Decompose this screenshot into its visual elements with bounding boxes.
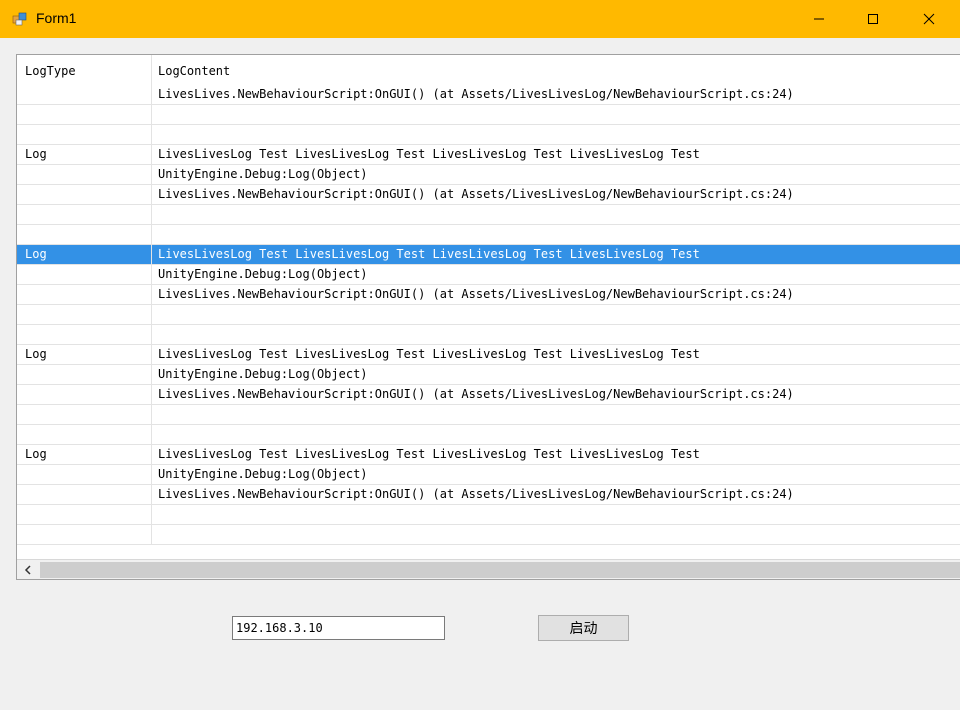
cell-logtype[interactable]: [17, 165, 152, 185]
cell-logtype[interactable]: [17, 365, 152, 385]
cell-logtype[interactable]: [17, 425, 152, 445]
cell-logtype[interactable]: [17, 525, 152, 545]
table-row[interactable]: LivesLives.NewBehaviourScript:OnGUI() (a…: [17, 385, 960, 405]
table-row[interactable]: Log LivesLivesLog Test LivesLivesLog Test…: [17, 145, 960, 165]
cell-logcontent[interactable]: LivesLives.NewBehaviourScript:OnGUI() (a…: [152, 285, 960, 305]
table-row[interactable]: Log LivesLivesLog Test LivesLivesLog Test…: [17, 245, 960, 265]
cell-logcontent[interactable]: [152, 225, 960, 245]
cell-logtype[interactable]: [17, 185, 152, 205]
cell-logtype[interactable]: [17, 505, 152, 525]
table-row[interactable]: [17, 125, 960, 145]
ip-address-input[interactable]: 192.168.3.10: [232, 616, 445, 640]
app-icon: [12, 12, 27, 26]
table-row[interactable]: [17, 305, 960, 325]
cell-logcontent[interactable]: [152, 205, 960, 225]
cell-logtype[interactable]: [17, 485, 152, 505]
table-row[interactable]: [17, 405, 960, 425]
table-row[interactable]: LivesLives.NewBehaviourScript:OnGUI() (a…: [17, 485, 960, 505]
cell-logtype[interactable]: [17, 405, 152, 425]
table-row[interactable]: UnityEngine.Debug:Log(Object): [17, 265, 960, 285]
table-row[interactable]: UnityEngine.Debug:Log(Object): [17, 465, 960, 485]
minimize-icon: [814, 18, 824, 20]
cell-logcontent[interactable]: [152, 425, 960, 445]
cell-logcontent[interactable]: LivesLivesLog Test LivesLivesLog Test Li…: [152, 145, 960, 165]
cell-logtype[interactable]: [17, 465, 152, 485]
minimize-button[interactable]: [796, 0, 842, 38]
cell-logcontent[interactable]: [152, 105, 960, 125]
cell-logcontent[interactable]: UnityEngine.Debug:Log(Object): [152, 365, 960, 385]
close-button[interactable]: [906, 0, 952, 38]
cell-logcontent[interactable]: [152, 505, 960, 525]
cell-logcontent[interactable]: UnityEngine.Debug:Log(Object): [152, 165, 960, 185]
cell-logtype[interactable]: [17, 85, 152, 105]
cell-logcontent[interactable]: LivesLives.NewBehaviourScript:OnGUI() (a…: [152, 185, 960, 205]
table-row[interactable]: LivesLives.NewBehaviourScript:OnGUI() (a…: [17, 85, 960, 105]
table-row[interactable]: Log LivesLivesLog Test LivesLivesLog Test…: [17, 345, 960, 365]
cell-logtype[interactable]: [17, 285, 152, 305]
cell-logtype[interactable]: [17, 265, 152, 285]
scroll-left-button[interactable]: [17, 560, 39, 579]
cell-logcontent[interactable]: UnityEngine.Debug:Log(Object): [152, 465, 960, 485]
cell-logcontent[interactable]: [152, 525, 960, 545]
scroll-left-icon: [24, 565, 31, 575]
cell-logtype[interactable]: [17, 325, 152, 345]
table-row[interactable]: [17, 525, 960, 545]
table-row[interactable]: [17, 105, 960, 125]
cell-logtype[interactable]: Log: [17, 445, 152, 465]
table-row[interactable]: [17, 325, 960, 345]
cell-logtype[interactable]: [17, 305, 152, 325]
maximize-icon: [868, 14, 878, 24]
table-row[interactable]: [17, 205, 960, 225]
cell-logcontent[interactable]: [152, 305, 960, 325]
table-row[interactable]: [17, 505, 960, 525]
title-bar[interactable]: Form1: [0, 0, 960, 38]
table-row[interactable]: [17, 425, 960, 445]
column-header-logtype[interactable]: LogType: [17, 55, 152, 88]
cell-logcontent[interactable]: [152, 125, 960, 145]
log-grid[interactable]: LogType LogContent LivesLives.NewBehavio…: [16, 54, 960, 580]
window-title: Form1: [36, 10, 77, 26]
cell-logcontent[interactable]: LivesLives.NewBehaviourScript:OnGUI() (a…: [152, 85, 960, 105]
table-row[interactable]: Log LivesLivesLog Test LivesLivesLog Test…: [17, 445, 960, 465]
cell-logtype[interactable]: [17, 385, 152, 405]
cell-logcontent[interactable]: LivesLives.NewBehaviourScript:OnGUI() (a…: [152, 485, 960, 505]
cell-logtype[interactable]: Log: [17, 345, 152, 365]
maximize-button[interactable]: [850, 0, 896, 38]
table-row[interactable]: LivesLives.NewBehaviourScript:OnGUI() (a…: [17, 185, 960, 205]
cell-logcontent[interactable]: LivesLivesLog Test LivesLivesLog Test Li…: [152, 345, 960, 365]
cell-logtype[interactable]: [17, 225, 152, 245]
table-row[interactable]: LivesLives.NewBehaviourScript:OnGUI() (a…: [17, 285, 960, 305]
column-header-logcontent[interactable]: LogContent: [152, 55, 960, 88]
cell-logcontent[interactable]: LivesLivesLog Test LivesLivesLog Test Li…: [152, 445, 960, 465]
cell-logtype[interactable]: [17, 205, 152, 225]
form-client-area: LogType LogContent LivesLives.NewBehavio…: [0, 38, 960, 710]
table-row[interactable]: UnityEngine.Debug:Log(Object): [17, 165, 960, 185]
cell-logcontent[interactable]: [152, 325, 960, 345]
start-button[interactable]: 启动: [538, 615, 629, 641]
scrollbar-thumb[interactable]: [40, 562, 960, 578]
table-row[interactable]: UnityEngine.Debug:Log(Object): [17, 365, 960, 385]
cell-logcontent[interactable]: LivesLives.NewBehaviourScript:OnGUI() (a…: [152, 385, 960, 405]
cell-logtype[interactable]: Log: [17, 145, 152, 165]
close-icon: [923, 13, 935, 25]
cell-logtype[interactable]: [17, 105, 152, 125]
horizontal-scrollbar[interactable]: [17, 559, 960, 579]
cell-logtype[interactable]: [17, 125, 152, 145]
table-row[interactable]: [17, 225, 960, 245]
cell-logcontent[interactable]: LivesLivesLog Test LivesLivesLog Test Li…: [152, 245, 960, 265]
cell-logcontent[interactable]: UnityEngine.Debug:Log(Object): [152, 265, 960, 285]
cell-logtype[interactable]: Log: [17, 245, 152, 265]
cell-logcontent[interactable]: [152, 405, 960, 425]
